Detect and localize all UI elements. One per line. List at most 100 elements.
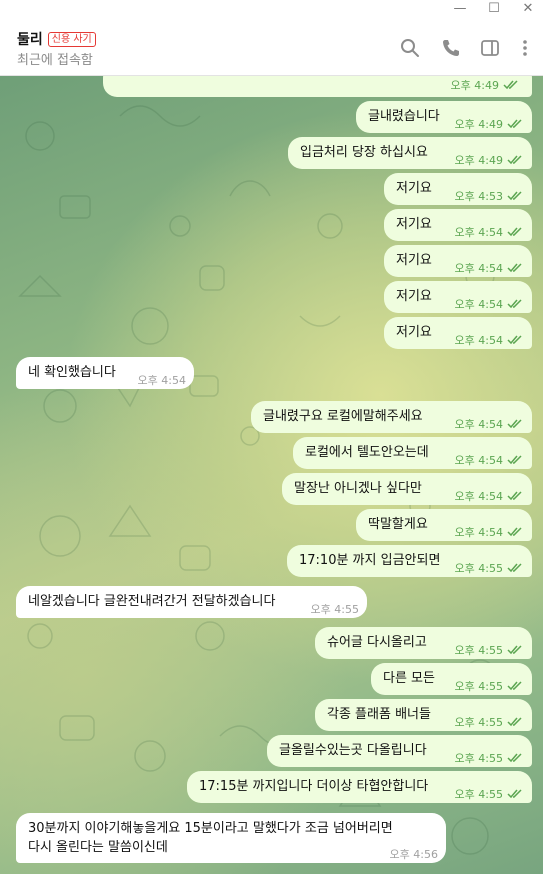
message-bubble-partial[interactable]: 오후 4:49 (103, 76, 532, 97)
message-time: 오후 4:54 (455, 261, 524, 277)
message-time: 오후 4:55 (455, 679, 524, 695)
double-check-icon (507, 191, 522, 201)
outgoing-message[interactable]: 딱말할게요오후 4:54 (356, 509, 532, 541)
outgoing-message[interactable]: 로컬에서 텔도안오는데오후 4:54 (293, 437, 532, 469)
message-time-text: 오후 4:54 (454, 334, 503, 347)
double-check-icon (507, 491, 522, 501)
message-time: 오후 4:55 (455, 715, 524, 731)
message-text: 글내렸구요 로컬에말해주세요 (263, 409, 423, 424)
double-check-icon (507, 419, 522, 429)
contact-name-text: 둘리 (17, 32, 43, 48)
message-time: 오후 4:54 (455, 225, 524, 241)
message-time-text: 오후 4:54 (454, 262, 503, 275)
outgoing-message[interactable]: 저기요오후 4:54 (384, 281, 532, 313)
more-vertical-icon[interactable] (515, 38, 535, 58)
message-text: 다른 모든 (383, 671, 435, 686)
message-time: 오후 4:55 (455, 751, 524, 767)
outgoing-message[interactable]: 다른 모든오후 4:55 (371, 663, 532, 695)
message-text: 말장난 아니겠나 싶다만 (294, 481, 422, 496)
message-time-text: 오후 4:54 (454, 298, 503, 311)
incoming-message[interactable]: 네 확인했습니다오후 4:54 (16, 357, 194, 389)
double-check-icon (507, 263, 522, 273)
message-text-line2: 다시 올린다는 말씀이신데 (28, 840, 168, 855)
message-time-text: 오후 4:55 (454, 788, 503, 801)
outgoing-message[interactable]: 저기요 오후 4:54 (384, 317, 532, 349)
double-check-icon (507, 119, 522, 129)
chat-area[interactable]: 오후 4:49 글내렸습니다 오후 4:49 입금처리 당장 하십시요 오후 4:49 저… (0, 76, 543, 874)
outgoing-message[interactable]: 저기요오후 4:54 (384, 245, 532, 277)
chat-header[interactable]: 둘리 신용 사기 최근에 접속함 (0, 18, 543, 76)
message-time-text: 오후 4:53 (454, 190, 503, 203)
message-text: 슈어글 다시올리고 (327, 635, 427, 650)
outgoing-message[interactable]: 슈어글 다시올리고오후 4:55 (315, 627, 532, 659)
message-time: 오후 4:55 (311, 602, 359, 618)
double-check-icon (507, 227, 522, 237)
message-time: 오후 4:54 (455, 417, 524, 433)
message-text: 로컬에서 텔도안오는데 (305, 445, 429, 460)
message-time-text: 오후 4:55 (454, 680, 503, 693)
outgoing-message[interactable]: 저기요 오후 4:53 (384, 173, 532, 205)
outgoing-message[interactable]: 17:15분 까지입니다 더이상 타협안합니다오후 4:55 (187, 771, 532, 803)
scam-badge: 신용 사기 (47, 32, 96, 47)
phone-icon[interactable] (441, 38, 461, 58)
incoming-message[interactable]: 네알겠습니다 글완전내려간거 전달하겠습니다오후 4:55 (16, 586, 367, 618)
double-check-icon (507, 335, 522, 345)
message-time-text: 오후 4:54 (454, 418, 503, 431)
message-time: 오후 4:49 (451, 78, 520, 94)
message-text: 네알겠습니다 글완전내려간거 전달하겠습니다 (28, 594, 276, 609)
window-titlebar: — ☐ ✕ (0, 0, 543, 18)
sidebar-toggle-icon[interactable] (480, 38, 500, 58)
message-text: 30분까지 이야기해놓을게요 15분이라고 말했다가 조금 넘어버리면 (28, 821, 393, 836)
message-time: 오후 4:54 (455, 489, 524, 505)
message-time: 오후 4:54 (455, 333, 524, 349)
message-text: 글내렸습니다 (368, 109, 440, 124)
message-time-text: 오후 4:49 (450, 79, 499, 92)
message-time-text: 오후 4:55 (310, 603, 359, 616)
outgoing-message[interactable]: 글내렸습니다오후 4:49 (356, 101, 532, 133)
message-time-text: 오후 4:55 (454, 644, 503, 657)
outgoing-message[interactable]: 저기요오후 4:54 (384, 209, 532, 241)
maximize-button[interactable]: ☐ (479, 0, 509, 18)
message-text: 네 확인했습니다 (28, 365, 116, 380)
message-time-text: 오후 4:55 (454, 752, 503, 765)
message-time: 오후 4:54 (455, 297, 524, 313)
message-time-text: 오후 4:54 (454, 526, 503, 539)
double-check-icon (507, 455, 522, 465)
message-time: 오후 4:53 (455, 189, 524, 205)
message-time: 오후 4:56 (390, 847, 438, 863)
double-check-icon (507, 717, 522, 727)
message-time: 오후 4:55 (455, 643, 524, 659)
double-check-icon (507, 155, 522, 165)
message-time-text: 오후 4:55 (454, 562, 503, 575)
close-button[interactable]: ✕ (513, 0, 543, 18)
message-text: 입금처리 당장 하십시요 (300, 145, 428, 160)
outgoing-message[interactable]: 각종 플래폼 배너들오후 4:55 (315, 699, 532, 731)
double-check-icon (507, 789, 522, 799)
message-time: 오후 4:49 (455, 153, 524, 169)
double-check-icon (507, 527, 522, 537)
outgoing-message[interactable]: 17:10분 까지 입금안되면 오후 4:55 (287, 545, 532, 577)
outgoing-message[interactable]: 글올릴수있는곳 다올립니다 오후 4:55 (267, 735, 532, 767)
message-text: 저기요 (396, 289, 432, 304)
message-time-text: 오후 4:54 (137, 374, 186, 387)
message-time-text: 오후 4:54 (454, 226, 503, 239)
message-time: 오후 4:49 (455, 117, 524, 133)
message-text: 딱말할게요 (368, 517, 428, 532)
contact-name[interactable]: 둘리 신용 사기 (17, 29, 96, 49)
outgoing-message[interactable]: 입금처리 당장 하십시요오후 4:49 (288, 137, 532, 169)
double-check-icon (503, 80, 518, 90)
outgoing-message[interactable]: 글내렸구요 로컬에말해주세요오후 4:54 (251, 401, 532, 433)
outgoing-message[interactable]: 말장난 아니겠나 싶다만오후 4:54 (282, 473, 532, 505)
message-time: 오후 4:55 (455, 561, 524, 577)
minimize-button[interactable]: — (445, 0, 475, 18)
search-icon[interactable] (400, 38, 420, 58)
incoming-message[interactable]: 30분까지 이야기해놓을게요 15분이라고 말했다가 조금 넘어버리면다시 올린… (16, 813, 446, 863)
message-text: 17:15분 까지입니다 더이상 타협안합니다 (199, 779, 429, 794)
message-time: 오후 4:54 (455, 453, 524, 469)
message-text: 각종 플래폼 배너들 (327, 707, 431, 722)
double-check-icon (507, 645, 522, 655)
message-text: 저기요 (396, 217, 432, 232)
message-text: 저기요 (396, 253, 432, 268)
message-time: 오후 4:54 (138, 373, 186, 389)
message-time: 오후 4:55 (455, 787, 524, 803)
